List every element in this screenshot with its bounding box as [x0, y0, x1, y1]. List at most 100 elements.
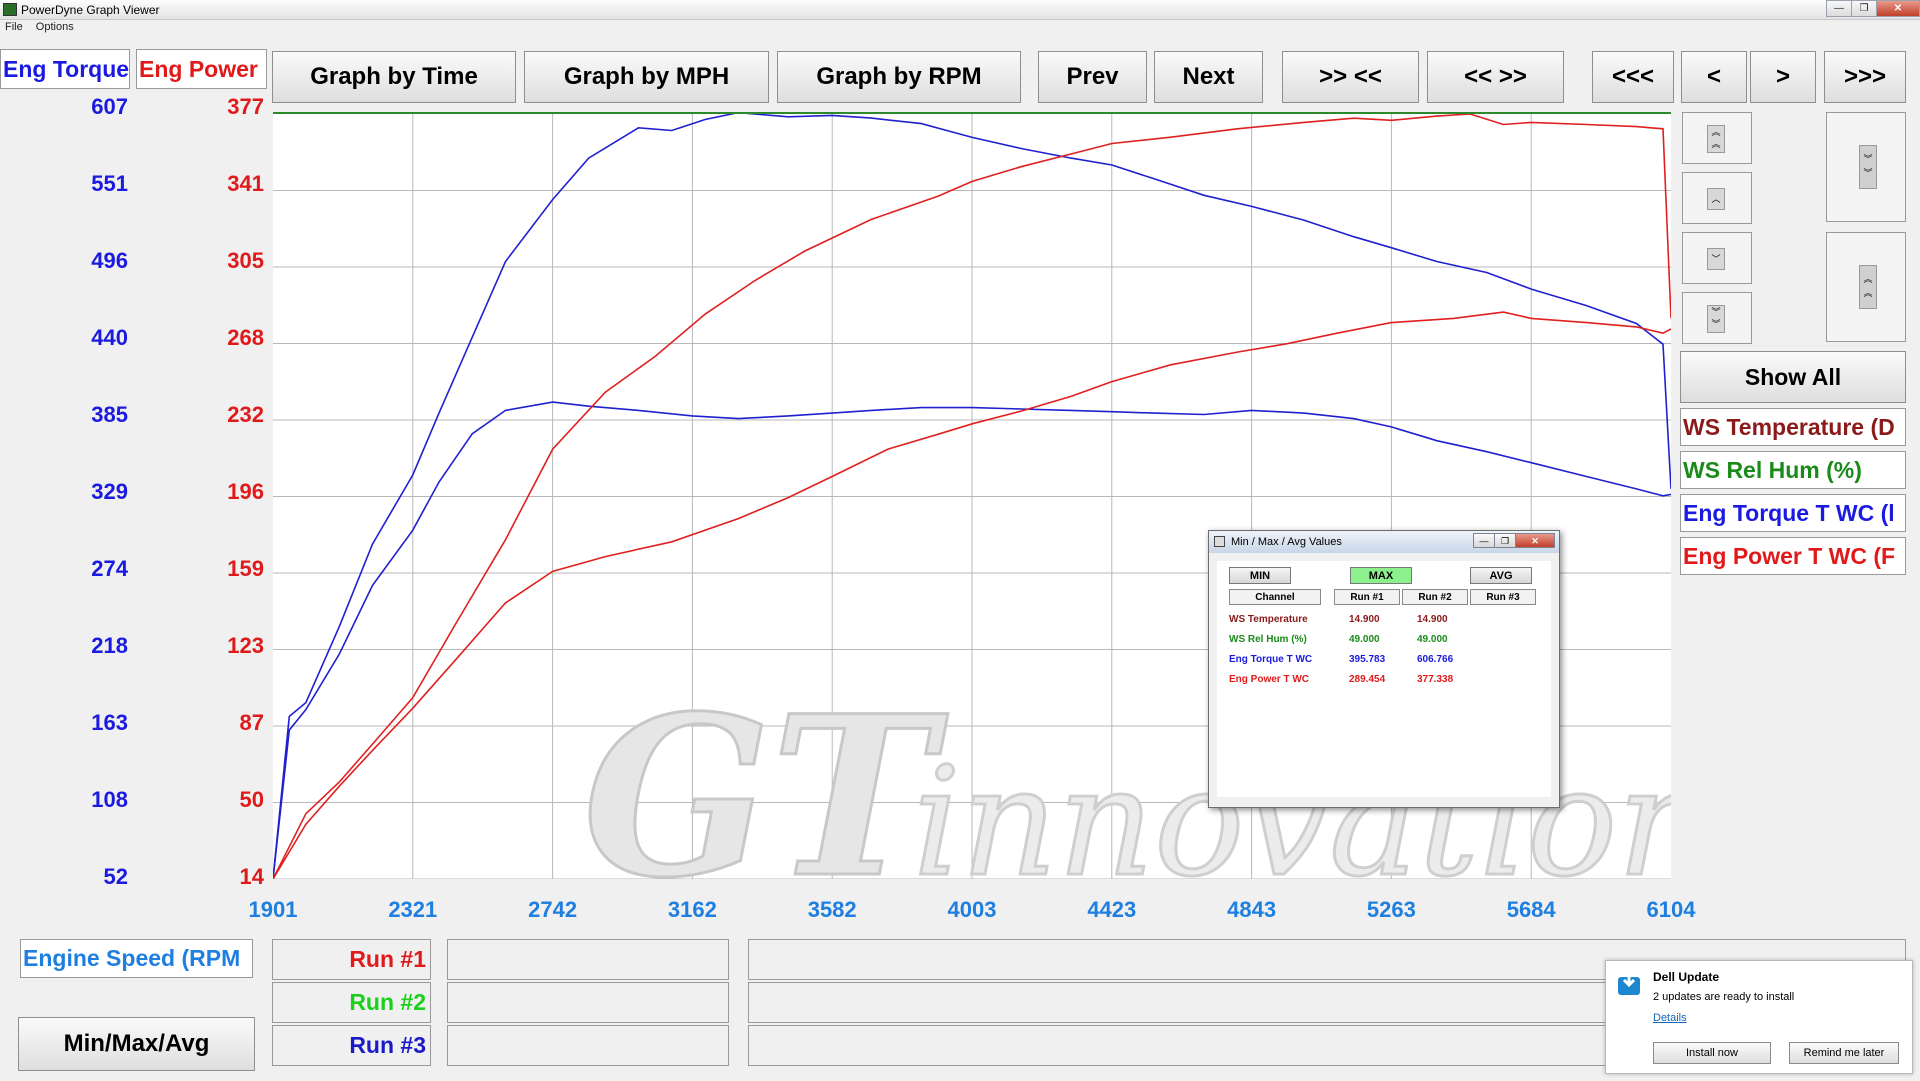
channel-ws-rel-hum[interactable]: WS Rel Hum (%)	[1680, 451, 1906, 489]
dell-update-icon	[1616, 969, 1644, 997]
torque-channel-label[interactable]: Eng Torque	[0, 49, 130, 89]
graph-by-time-button[interactable]: Graph by Time	[272, 51, 516, 103]
prev-button[interactable]: Prev	[1038, 51, 1147, 103]
scroll-last-button[interactable]: >>>	[1824, 51, 1906, 103]
rpm-tick-label: 4003	[947, 897, 997, 922]
torque-tick-label: 496	[91, 248, 128, 273]
torque-tick-label: 385	[91, 402, 128, 427]
row-run1: 289.454	[1349, 674, 1386, 685]
channel-ws-temperature[interactable]: WS Temperature (D	[1680, 408, 1906, 446]
maximize-icon[interactable]: ❐	[1494, 533, 1516, 548]
show-all-button[interactable]: Show All	[1680, 351, 1906, 403]
rpm-tick-label: 2321	[388, 897, 438, 922]
avg-button[interactable]: AVG	[1470, 567, 1532, 584]
run2-label: Run #2	[349, 989, 426, 1015]
run3-label-box: Run #3	[272, 1025, 431, 1066]
run3-label: Run #3	[349, 1032, 426, 1058]
power-tick-label: 341	[227, 171, 264, 196]
scroll-top-button[interactable]: ︽ ︽	[1682, 112, 1752, 164]
row-channel: WS Rel Hum (%)	[1229, 634, 1307, 645]
min-max-avg-button[interactable]: Min/Max/Avg	[18, 1017, 255, 1071]
row-channel: Eng Power T WC	[1229, 674, 1309, 685]
channel-eng-torque[interactable]: Eng Torque T WC (l	[1680, 494, 1906, 532]
torque-tick-label: 163	[91, 710, 128, 735]
header-run2: Run #2	[1402, 589, 1468, 605]
scroll-right-button[interactable]: >	[1750, 51, 1816, 103]
details-link[interactable]: Details	[1653, 1012, 1687, 1024]
dell-update-notification: Dell Update 2 updates are ready to insta…	[1605, 960, 1913, 1074]
power-tick-label: 123	[227, 633, 264, 658]
minimize-icon[interactable]: —	[1826, 0, 1852, 17]
run3-file-field[interactable]	[447, 1025, 729, 1066]
power-tick-label: 196	[227, 479, 264, 504]
page-up-button[interactable]: ︾ ︾	[1826, 112, 1906, 222]
header-channel: Channel	[1229, 589, 1321, 605]
menu-options[interactable]: Options	[31, 20, 79, 34]
scroll-up-button[interactable]: ︿	[1682, 172, 1752, 224]
run2-file-field[interactable]	[447, 982, 729, 1023]
power-channel-label[interactable]: Eng Power	[136, 49, 267, 89]
torque-tick-label: 52	[103, 864, 128, 889]
minimize-icon[interactable]: —	[1473, 533, 1495, 548]
run1-label: Run #1	[349, 946, 426, 972]
scroll-first-button[interactable]: <<<	[1592, 51, 1674, 103]
next-button[interactable]: Next	[1154, 51, 1263, 103]
remind-me-later-button[interactable]: Remind me later	[1789, 1042, 1899, 1064]
app-icon	[3, 3, 17, 16]
double-down-icon: ︾ ︾	[1707, 305, 1725, 333]
rpm-tick-label: 5263	[1366, 897, 1416, 922]
close-icon[interactable]: ✕	[1515, 533, 1555, 548]
torque-tick-label: 274	[91, 556, 128, 581]
scroll-bottom-button[interactable]: ︾ ︾	[1682, 292, 1752, 344]
power-tick-label: 159	[227, 556, 264, 581]
run2-label-box: Run #2	[272, 982, 431, 1023]
row-channel: WS Temperature	[1229, 614, 1308, 625]
menu-file[interactable]: File	[0, 20, 28, 34]
header-run3: Run #3	[1470, 589, 1536, 605]
rpm-tick-label: 2742	[528, 897, 578, 922]
minmax-dialog-title: Min / Max / Avg Values	[1231, 536, 1342, 548]
chevron-up-icon: ︿	[1707, 188, 1725, 210]
toast-title: Dell Update	[1653, 970, 1720, 984]
torque-tick-label: 329	[91, 479, 128, 504]
power-tick-label: 377	[227, 94, 264, 119]
row-run2: 377.338	[1417, 674, 1454, 685]
double-down-icon: ︽ ︽	[1859, 265, 1877, 309]
scroll-left-button[interactable]: <	[1681, 51, 1747, 103]
zoom-out-button[interactable]: << >>	[1427, 51, 1564, 103]
row-run2: 606.766	[1417, 654, 1454, 665]
zoom-in-button[interactable]: >> <<	[1282, 51, 1419, 103]
graph-by-rpm-button[interactable]: Graph by RPM	[777, 51, 1021, 103]
install-now-button[interactable]: Install now	[1653, 1042, 1771, 1064]
torque-tick-label: 607	[91, 94, 128, 119]
rpm-tick-label: 5684	[1506, 897, 1556, 922]
power-tick-label: 268	[227, 325, 264, 350]
menubar: File Options	[0, 20, 1920, 36]
channel-eng-power[interactable]: Eng Power T WC (F	[1680, 537, 1906, 575]
graph-by-mph-button[interactable]: Graph by MPH	[524, 51, 769, 103]
close-icon[interactable]: ✕	[1876, 0, 1920, 17]
power-tick-label: 14	[239, 864, 264, 889]
power-tick-label: 50	[239, 787, 264, 812]
minmax-table: MIN MAX AVG Channel Run #1 Run #2 Run #3…	[1217, 561, 1551, 797]
min-button[interactable]: MIN	[1229, 567, 1291, 584]
chevron-down-icon: ﹀	[1707, 248, 1725, 270]
page-down-button[interactable]: ︽ ︽	[1826, 232, 1906, 342]
dialog-icon	[1214, 536, 1225, 547]
header-run1: Run #1	[1334, 589, 1400, 605]
row-run2: 14.900	[1417, 614, 1448, 625]
double-up-icon: ︾ ︾	[1859, 145, 1877, 189]
row-run2: 49.000	[1417, 634, 1448, 645]
scroll-down-button[interactable]: ﹀	[1682, 232, 1752, 284]
torque-tick-label: 440	[91, 325, 128, 350]
maximize-icon[interactable]: ❐	[1851, 0, 1877, 17]
watermark-logo: GT	[583, 667, 949, 879]
x-axis-channel-label[interactable]: Engine Speed (RPM	[20, 939, 253, 978]
max-button[interactable]: MAX	[1350, 567, 1412, 584]
run1-file-field[interactable]	[447, 939, 729, 980]
rpm-tick-label: 3162	[667, 897, 717, 922]
window-titlebar: PowerDyne Graph Viewer — ❐ ✕	[0, 0, 1920, 20]
rpm-tick-label: 6104	[1646, 897, 1696, 922]
rpm-tick-label: 4843	[1227, 897, 1277, 922]
rpm-tick-label: 3582	[807, 897, 857, 922]
